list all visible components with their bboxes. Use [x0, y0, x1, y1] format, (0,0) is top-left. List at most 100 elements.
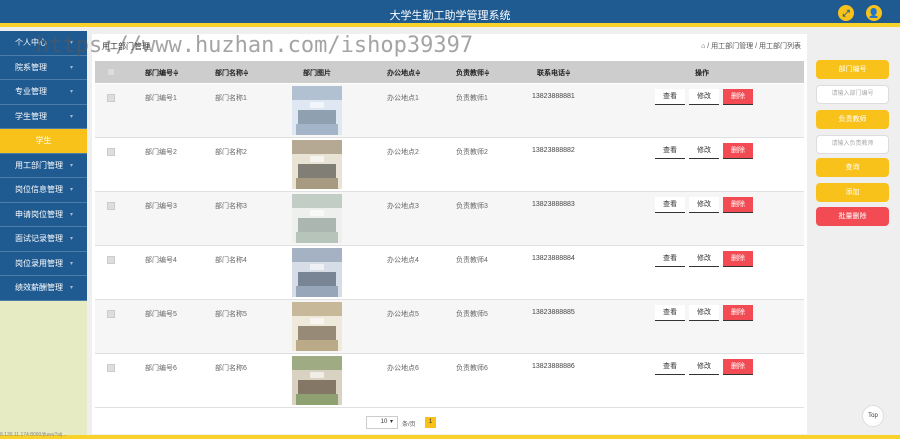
dept-id-filter-button[interactable]: 部门编号	[816, 60, 889, 79]
chevron-down-icon: ▾	[69, 260, 73, 267]
table-row: 部门编号3 部门名称3 办公地点3 负责教师3 13823888883 查看 修改 删除	[95, 192, 804, 246]
cell-dept-id: 部门编号2	[145, 149, 177, 156]
main-panel: 用工部门管理 ⌂ / 用工部门管理 / 用工部门列表 部门编号≑ 部门名称≑ 部…	[92, 34, 807, 434]
query-button[interactable]: 查询	[816, 158, 889, 177]
page-size-value: 10	[380, 419, 388, 425]
cell-phone: 13823888882	[532, 147, 575, 154]
sidebar-item-apply[interactable]: 申请岗位管理 ▾	[0, 202, 87, 227]
user-icon[interactable]: 👤	[866, 5, 882, 21]
column-header: 操作	[695, 70, 709, 77]
column-header[interactable]: 办公地点≑	[387, 68, 421, 78]
delete-button[interactable]: 删除	[723, 251, 753, 267]
chevron-down-icon: ▾	[69, 285, 73, 291]
column-header[interactable]: 联系电话≑	[537, 68, 571, 78]
edit-button[interactable]: 修改	[689, 197, 719, 213]
batch-delete-button[interactable]: 批量删除	[816, 207, 889, 226]
view-button[interactable]: 查看	[655, 143, 685, 159]
sidebar-item-label: 岗位录用管理	[15, 258, 63, 268]
dept-id-input[interactable]: 请输入部门编号	[816, 85, 889, 104]
row-checkbox[interactable]	[107, 94, 115, 102]
sidebar-item-label: 申请岗位管理	[15, 209, 63, 219]
cell-dept-name: 部门名称3	[215, 203, 247, 210]
delete-button[interactable]: 删除	[723, 143, 753, 159]
cell-teacher: 负责教师6	[456, 365, 488, 372]
cell-dept-id: 部门编号3	[145, 203, 177, 210]
row-checkbox[interactable]	[107, 364, 115, 372]
page-size-select[interactable]: 10 ▾	[366, 416, 398, 429]
cell-dept-name: 部门名称2	[215, 149, 247, 156]
view-button[interactable]: 查看	[655, 359, 685, 375]
view-button[interactable]: 查看	[655, 251, 685, 267]
sidebar-item-dept-admin[interactable]: 院系管理 ▾	[0, 55, 87, 80]
chevron-down-icon: ▾	[389, 419, 393, 425]
edit-button[interactable]: 修改	[689, 305, 719, 321]
sidebar-item-label: 绩效薪酬管理	[15, 283, 63, 292]
table-row: 部门编号4 部门名称4 办公地点4 负责教师4 13823888884 查看 修改 删除	[95, 246, 804, 300]
row-checkbox[interactable]	[107, 310, 115, 318]
edit-button[interactable]: 修改	[689, 89, 719, 105]
cell-dept-name: 部门名称5	[215, 311, 247, 318]
view-button[interactable]: 查看	[655, 305, 685, 321]
cell-dept-name: 部门名称4	[215, 257, 247, 264]
teacher-filter-button[interactable]: 负责教师	[816, 110, 889, 129]
column-header[interactable]: 部门名称≑	[215, 68, 249, 78]
row-checkbox[interactable]	[107, 202, 115, 210]
sidebar-item-employer-dept[interactable]: 用工部门管理 ▾	[0, 153, 87, 178]
table-header: 部门编号≑ 部门名称≑ 部门图片 办公地点≑ 负责教师≑ 联系电话≑ 操作	[95, 61, 804, 83]
sidebar-item-hire[interactable]: 岗位录用管理 ▾	[0, 251, 87, 276]
sidebar-item-student[interactable]: 学生管理 ▾	[0, 104, 87, 129]
cell-teacher: 负责教师5	[456, 311, 488, 318]
cell-phone: 13823888881	[532, 93, 575, 100]
delete-button[interactable]: 删除	[723, 359, 753, 375]
sidebar-item-position[interactable]: 岗位信息管理 ▾	[0, 178, 87, 203]
column-header[interactable]: 部门编号≑	[145, 68, 179, 78]
select-all-checkbox[interactable]	[107, 68, 115, 76]
dept-photo	[292, 140, 342, 189]
app-title: 大学生勤工助学管理系统	[389, 10, 511, 22]
chevron-down-icon: ▾	[69, 89, 73, 95]
chevron-down-icon: ▾	[69, 113, 73, 120]
edit-button[interactable]: 修改	[689, 359, 719, 375]
delete-button[interactable]: 删除	[723, 197, 753, 213]
column-header: 部门图片	[303, 70, 331, 77]
sidebar-item-salary[interactable]: 绩效薪酬管理 ▾	[0, 276, 87, 301]
cell-dept-id: 部门编号6	[145, 365, 177, 372]
status-url: 8.139.11.174:8090/jfuwu?alj...	[0, 432, 67, 438]
expand-icon[interactable]: ⤢	[838, 5, 854, 21]
cell-phone: 13823888885	[532, 309, 575, 316]
dept-photo	[292, 194, 342, 243]
delete-button[interactable]: 删除	[723, 305, 753, 321]
cell-office: 办公地点5	[387, 311, 419, 318]
cell-teacher: 负责教师3	[456, 203, 488, 210]
page-number-current[interactable]: 1	[425, 417, 436, 428]
add-button[interactable]: 添加	[816, 183, 889, 202]
edit-button[interactable]: 修改	[689, 143, 719, 159]
sidebar-item-major[interactable]: 专业管理 ▾	[0, 80, 87, 105]
watermark: https://www.huzhan.com/ishop39397	[36, 33, 474, 58]
chevron-down-icon: ▾	[69, 187, 73, 193]
breadcrumb-text: / 用工部门管理 / 用工部门列表	[707, 43, 801, 50]
dept-photo	[292, 302, 342, 351]
cell-teacher: 负责教师4	[456, 257, 488, 264]
view-button[interactable]: 查看	[655, 89, 685, 105]
view-button[interactable]: 查看	[655, 197, 685, 213]
cell-teacher: 负责教师2	[456, 149, 488, 156]
sidebar-item-students[interactable]: 学生	[0, 129, 87, 154]
column-header[interactable]: 负责教师≑	[456, 68, 490, 78]
teacher-input[interactable]: 请输入负责教师	[816, 135, 889, 154]
home-icon[interactable]: ⌂	[701, 43, 705, 50]
chevron-down-icon: ▾	[69, 162, 73, 169]
cell-dept-id: 部门编号4	[145, 257, 177, 264]
dept-photo	[292, 356, 342, 405]
edit-button[interactable]: 修改	[689, 251, 719, 267]
chevron-down-icon: ▾	[69, 64, 73, 71]
cell-phone: 13823888886	[532, 363, 575, 370]
row-checkbox[interactable]	[107, 256, 115, 264]
table-row: 部门编号6 部门名称6 办公地点6 负责教师6 13823888886 查看 修改 删除	[95, 354, 804, 408]
cell-office: 办公地点6	[387, 365, 419, 372]
sidebar-item-interview[interactable]: 面试记录管理 ▾	[0, 227, 87, 252]
back-to-top-button[interactable]: Top	[862, 405, 884, 427]
delete-button[interactable]: 删除	[723, 89, 753, 105]
cell-office: 办公地点2	[387, 149, 419, 156]
row-checkbox[interactable]	[107, 148, 115, 156]
